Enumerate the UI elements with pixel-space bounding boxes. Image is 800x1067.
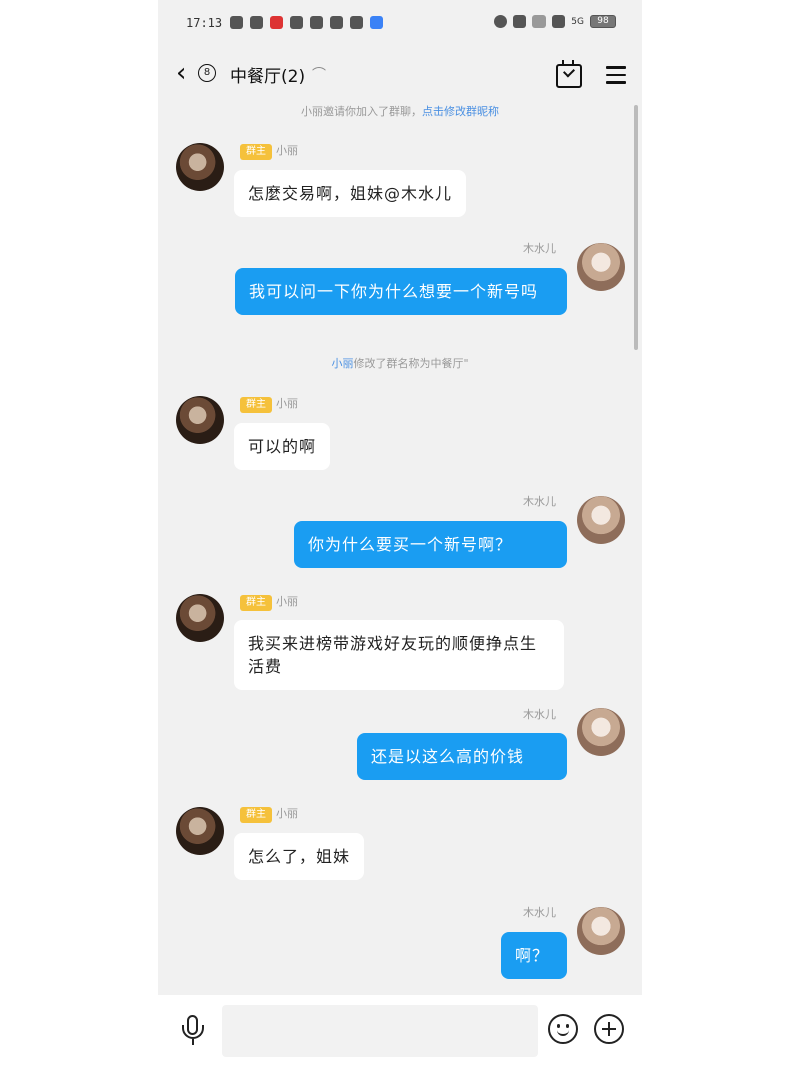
avatar[interactable] bbox=[577, 243, 625, 291]
sender-row: 群主 小丽 bbox=[240, 806, 298, 823]
sender-name: 小丽 bbox=[276, 807, 298, 820]
notification-icons bbox=[230, 16, 383, 29]
owner-tag: 群主 bbox=[240, 144, 272, 160]
chat-screen: 17:13 5G 98 ‹ 8 中餐厅(2) ⌒ 小丽邀请你加入了群聊，点击修改… bbox=[158, 0, 642, 1067]
rename-text: 修改了群名称为中餐厅" bbox=[353, 357, 469, 370]
edit-nickname-link[interactable]: 点击修改群昵称 bbox=[422, 105, 499, 118]
owner-tag: 群主 bbox=[240, 807, 272, 823]
network-label: 5G bbox=[571, 16, 584, 27]
message-bubble[interactable]: 啊？ bbox=[501, 932, 567, 979]
menu-icon[interactable] bbox=[606, 66, 626, 89]
mute-icon bbox=[513, 15, 527, 28]
sender-row: 群主 小丽 bbox=[240, 396, 298, 413]
sender-name: 木水儿 bbox=[523, 242, 556, 255]
notification-icon bbox=[250, 16, 263, 29]
notification-icon bbox=[290, 16, 303, 29]
notification-icon bbox=[230, 16, 243, 29]
rename-actor[interactable]: 小丽 bbox=[331, 357, 353, 370]
sender-name: 小丽 bbox=[276, 397, 298, 410]
input-bar bbox=[158, 995, 642, 1067]
message-bubble[interactable]: 怎麼交易啊，姐妹@木水儿 bbox=[234, 170, 467, 217]
status-time: 17:13 bbox=[186, 16, 223, 30]
sender-row: 群主 小丽 bbox=[240, 143, 298, 160]
alarm-icon bbox=[494, 15, 508, 28]
message-input[interactable] bbox=[222, 1005, 538, 1057]
system-notice-rename: 小丽修改了群名称为中餐厅" bbox=[158, 355, 642, 371]
avatar[interactable] bbox=[577, 496, 625, 544]
system-notice-invite: 小丽邀请你加入了群聊，点击修改群昵称 bbox=[158, 103, 642, 119]
message-bubble[interactable]: 可以的啊 bbox=[234, 423, 331, 470]
avatar[interactable] bbox=[176, 143, 224, 191]
avatar[interactable] bbox=[176, 396, 224, 444]
chat-header: ‹ 8 中餐厅(2) ⌒ bbox=[158, 50, 642, 98]
sender-name: 小丽 bbox=[276, 595, 298, 608]
notification-icon bbox=[310, 16, 323, 29]
group-title[interactable]: 中餐厅(2) bbox=[230, 62, 305, 87]
notification-icon bbox=[350, 16, 363, 29]
microphone-icon[interactable] bbox=[180, 1015, 206, 1051]
sender-name: 木水儿 bbox=[523, 495, 556, 508]
message-bubble[interactable]: 你为什么要买一个新号啊？ bbox=[294, 521, 567, 568]
notification-icon bbox=[330, 16, 343, 29]
sender-name: 小丽 bbox=[276, 144, 298, 157]
back-button[interactable]: ‹ bbox=[176, 60, 186, 86]
owner-tag: 群主 bbox=[240, 397, 272, 413]
status-bar: 17:13 5G 98 bbox=[158, 10, 642, 40]
avatar[interactable] bbox=[577, 907, 625, 955]
sender-name: 木水儿 bbox=[523, 906, 556, 919]
message-bubble[interactable]: 怎么了，姐妹 bbox=[234, 833, 365, 880]
message-bubble[interactable]: 我买来进榜带游戏好友玩的顺便挣点生活费 bbox=[234, 620, 564, 690]
emoji-icon[interactable] bbox=[548, 1014, 578, 1044]
calendar-check-icon[interactable] bbox=[556, 60, 582, 88]
hd-icon bbox=[552, 15, 566, 28]
invite-text: 小丽邀请你加入了群聊， bbox=[301, 105, 422, 118]
notification-icon bbox=[270, 16, 283, 29]
avatar[interactable] bbox=[176, 807, 224, 855]
message-bubble[interactable]: 我可以问一下你为什么想要一个新号吗 bbox=[235, 268, 567, 315]
unread-count-badge: 8 bbox=[198, 64, 216, 82]
data-speed-icon bbox=[532, 15, 547, 28]
system-icons: 5G 98 bbox=[494, 15, 616, 28]
message-bubble[interactable]: 还是以这么高的价钱 bbox=[357, 733, 567, 780]
sender-row: 群主 小丽 bbox=[240, 594, 298, 611]
battery-icon: 98 bbox=[590, 15, 616, 28]
scrollbar[interactable] bbox=[634, 105, 638, 350]
add-icon[interactable] bbox=[594, 1014, 624, 1044]
avatar[interactable] bbox=[176, 594, 224, 642]
avatar[interactable] bbox=[577, 708, 625, 756]
notification-icon bbox=[370, 16, 383, 29]
sender-name: 木水儿 bbox=[523, 708, 556, 721]
ear-mode-icon: ⌒ bbox=[312, 67, 326, 83]
owner-tag: 群主 bbox=[240, 595, 272, 611]
